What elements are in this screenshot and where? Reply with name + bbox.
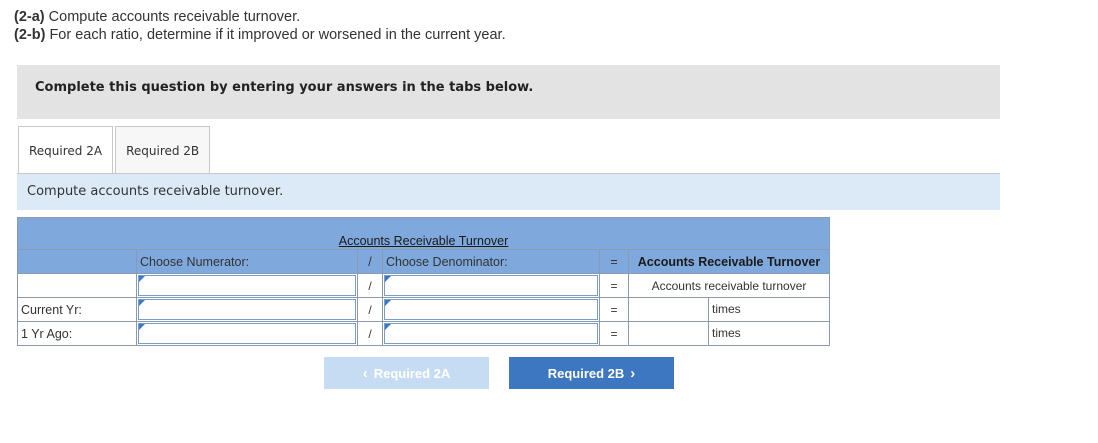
instruction-2b: (2-b) For each ratio, determine if it im…	[14, 27, 506, 43]
divide-sign: /	[357, 273, 383, 298]
header-numerator: Choose Numerator:	[136, 249, 358, 274]
tab-required-2b[interactable]: Required 2B	[115, 126, 211, 174]
header-denominator: Choose Denominator:	[382, 249, 600, 274]
prior-yr-denominator-input[interactable]	[384, 323, 598, 344]
chevron-left-icon: ‹	[362, 364, 368, 382]
equals-sign: =	[599, 297, 629, 322]
result-label: Accounts receivable turnover	[628, 273, 830, 298]
tab-bar: Required 2A Required 2B	[18, 126, 211, 175]
prior-yr-result-input[interactable]	[629, 322, 709, 345]
banner-text: Complete this question by entering your …	[35, 80, 534, 95]
chevron-right-icon: ›	[630, 364, 636, 382]
header-label-cell	[17, 249, 137, 274]
ratio-table: Accounts Receivable Turnover Choose Nume…	[17, 217, 830, 346]
table-title: Accounts Receivable Turnover	[17, 217, 830, 250]
equals-sign: =	[599, 321, 629, 346]
previous-tab-button[interactable]: ‹ Required 2A	[324, 357, 489, 389]
divide-sign: /	[357, 297, 383, 322]
next-tab-label: Required 2B	[547, 365, 625, 381]
header-equals-sign: =	[599, 249, 629, 274]
next-tab-button[interactable]: Required 2B ›	[509, 357, 674, 389]
current-yr-result-input[interactable]	[629, 298, 709, 321]
equals-sign: =	[599, 273, 629, 298]
instructions: (2-a) Compute accounts receivable turnov…	[14, 8, 506, 44]
previous-tab-label: Required 2A	[373, 365, 451, 381]
table-row: Current Yr: / = times	[17, 297, 830, 322]
unit-times: times	[712, 326, 741, 340]
current-yr-denominator-input[interactable]	[384, 299, 598, 320]
instruction-2a: (2-a) Compute accounts receivable turnov…	[14, 9, 301, 25]
row-label-current-yr: Current Yr:	[17, 297, 137, 322]
instruction-banner: Complete this question by entering your …	[17, 65, 1000, 119]
row-label-empty	[17, 273, 137, 298]
unit-times: times	[712, 302, 741, 316]
table-row: / = Accounts receivable turnover	[17, 273, 830, 298]
numerator-select[interactable]	[138, 275, 356, 296]
row-label-1-yr-ago: 1 Yr Ago:	[17, 321, 137, 346]
prior-yr-numerator-input[interactable]	[138, 323, 356, 344]
tab-required-2a[interactable]: Required 2A	[18, 126, 114, 175]
prompt-text: Compute accounts receivable turnover.	[27, 184, 284, 199]
header-divide-sign: /	[357, 249, 383, 274]
current-yr-numerator-input[interactable]	[138, 299, 356, 320]
question-prompt: Compute accounts receivable turnover.	[17, 174, 1000, 210]
divide-sign: /	[357, 321, 383, 346]
denominator-select[interactable]	[384, 275, 598, 296]
table-row: 1 Yr Ago: / = times	[17, 321, 830, 346]
header-result: Accounts Receivable Turnover	[628, 249, 830, 274]
